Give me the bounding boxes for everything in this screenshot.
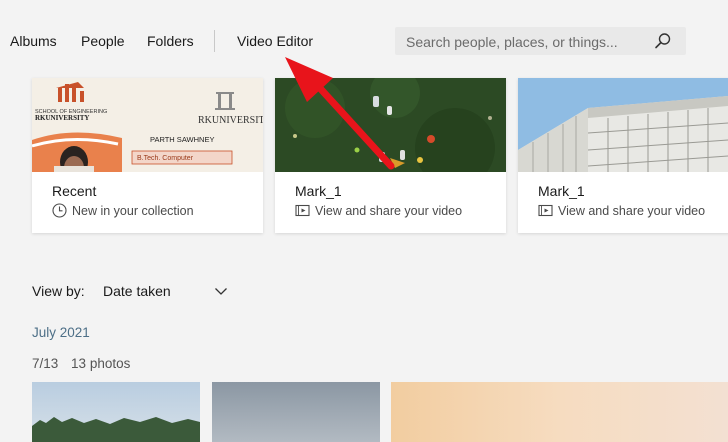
video-icon (295, 204, 310, 217)
nav-albums[interactable]: Albums (10, 33, 57, 49)
card-subtitle-text: View and share your video (315, 203, 463, 218)
view-by-dropdown[interactable]: Date taken (103, 283, 171, 299)
id-university-right: RKUNIVERSITY (198, 115, 263, 126)
card-subtitle: New in your collection (52, 203, 194, 218)
nav-people[interactable]: People (81, 33, 125, 49)
photo-thumbnail[interactable] (391, 382, 728, 442)
nav-divider (214, 30, 215, 52)
date-label: 7/13 (32, 356, 59, 371)
search-input[interactable] (404, 31, 656, 53)
id-university-left: RKUNIVERSITY (35, 114, 89, 122)
card-title: Mark_1 (538, 183, 585, 199)
month-heading[interactable]: July 2021 (32, 325, 90, 340)
date-group-header: 7/13 13 photos (32, 356, 139, 371)
card-subtitle: View and share your video (295, 203, 462, 218)
recent-thumbnail: SCHOOL OF ENGINEERING RKUNIVERSITY RKUNI… (32, 78, 263, 172)
id-course-text: B.Tech. Computer (137, 155, 194, 162)
view-by-label: View by: (32, 283, 85, 299)
card-subtitle: View and share your video (538, 203, 705, 218)
search-box[interactable] (395, 27, 686, 55)
photo-count: 13 photos (71, 356, 131, 371)
chevron-down-icon[interactable] (214, 284, 228, 298)
video-thumbnail-building (518, 78, 728, 172)
card-title: Recent (52, 183, 97, 199)
clock-icon (52, 203, 67, 218)
video-thumbnail-grass (275, 78, 506, 172)
search-icon[interactable] (654, 32, 672, 50)
id-name-text: PARTH SAWHNEY (150, 135, 214, 144)
photo-thumbnail[interactable] (32, 382, 200, 442)
nav-video-editor[interactable]: Video Editor (237, 33, 313, 49)
photo-thumbnail[interactable] (212, 382, 380, 442)
top-nav: Albums People Folders Video Editor (0, 0, 728, 78)
card-recent[interactable]: SCHOOL OF ENGINEERING RKUNIVERSITY RKUNI… (32, 78, 263, 233)
card-subtitle-text: View and share your video (558, 203, 706, 218)
video-icon (538, 204, 553, 217)
card-title: Mark_1 (295, 183, 342, 199)
card-mark-1-first[interactable]: Mark_1 View and share your video (275, 78, 506, 233)
card-subtitle-text: New in your collection (72, 203, 194, 218)
nav-folders[interactable]: Folders (147, 33, 194, 49)
card-mark-1-second[interactable]: Mark_1 View and share your video (518, 78, 728, 233)
